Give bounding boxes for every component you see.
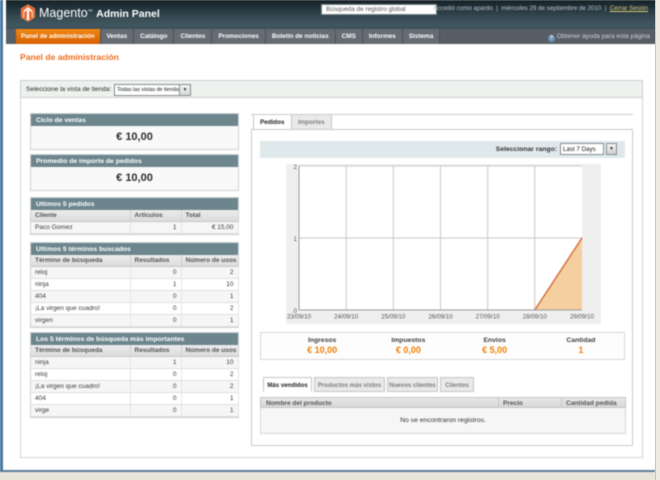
- svg-text:27/09/10: 27/09/10: [476, 314, 501, 321]
- svg-text:29/09/10: 29/09/10: [570, 314, 595, 321]
- svg-text:25/09/10: 25/09/10: [381, 314, 406, 321]
- svg-text:28/09/10: 28/09/10: [523, 314, 548, 321]
- svg-text:1: 1: [294, 236, 298, 243]
- svg-text:2: 2: [294, 164, 298, 171]
- svg-text:26/09/10: 26/09/10: [428, 314, 453, 321]
- svg-text:23/09/10: 23/09/10: [287, 314, 312, 321]
- svg-text:24/09/10: 24/09/10: [334, 314, 359, 321]
